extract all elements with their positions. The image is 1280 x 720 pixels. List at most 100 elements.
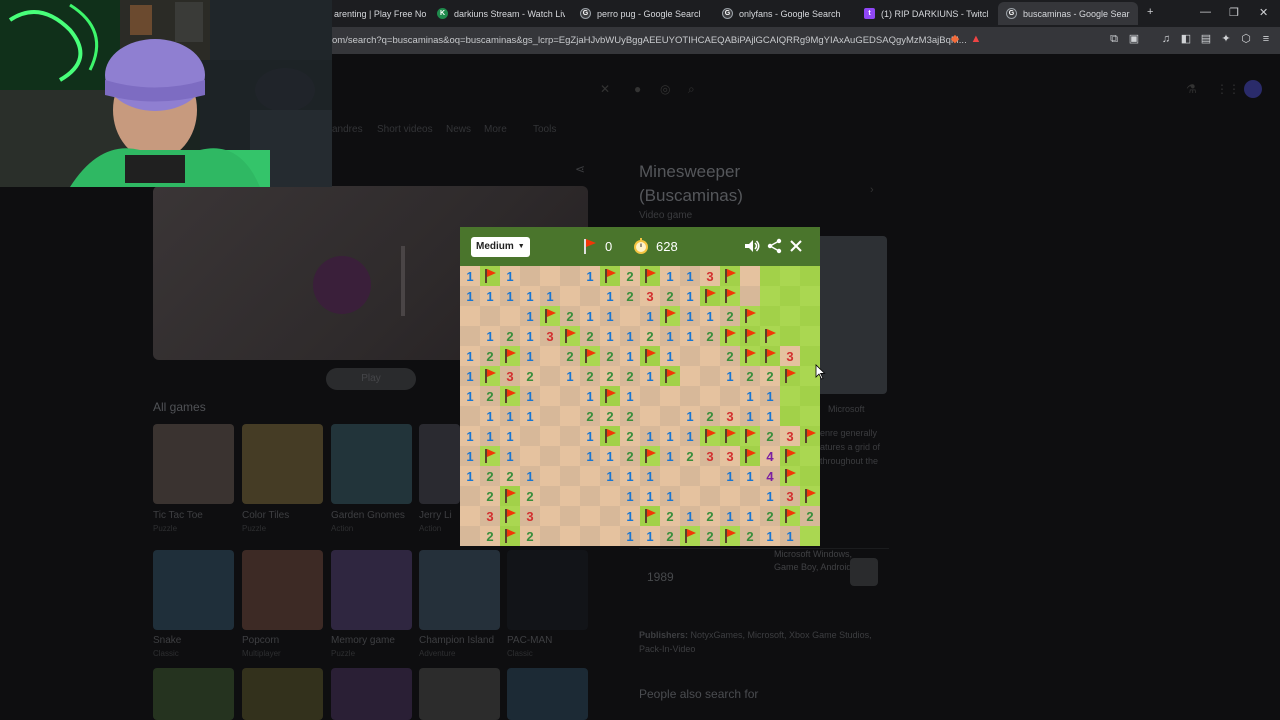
cell[interactable]: 1 (520, 386, 540, 406)
flag-icon[interactable] (600, 266, 620, 286)
flag-icon[interactable] (740, 346, 760, 366)
cell[interactable]: 1 (740, 386, 760, 406)
cell[interactable] (620, 306, 640, 326)
cell[interactable]: 1 (680, 306, 700, 326)
tab-2[interactable]: G perro pug - Google Search (580, 2, 700, 25)
cell[interactable] (700, 346, 720, 366)
flag-icon[interactable] (480, 446, 500, 466)
labs-icon[interactable]: ⚗ (1186, 82, 1197, 96)
cell[interactable] (740, 266, 760, 286)
game-tile[interactable] (419, 668, 500, 720)
cell[interactable]: 3 (700, 266, 720, 286)
minesweeper-board[interactable]: 1 1 1 2 1 1 31 1 1 1 1 1 2 3 2 11 2 1 1 1 1 1 21 2 1 3 2 1 1 2 1 1 21 2 1 2… (460, 266, 820, 547)
cell[interactable]: 1 (660, 266, 680, 286)
cell[interactable]: 1 (520, 306, 540, 326)
cell[interactable]: 1 (580, 266, 600, 286)
cell[interactable]: 1 (680, 266, 700, 286)
cell[interactable] (600, 506, 620, 526)
cell[interactable] (780, 306, 800, 326)
cell[interactable]: 1 (480, 286, 500, 306)
cell[interactable]: 1 (520, 346, 540, 366)
cell[interactable]: 1 (460, 266, 480, 286)
cell[interactable]: 1 (620, 326, 640, 346)
cell[interactable]: 1 (660, 326, 680, 346)
cell[interactable]: 2 (580, 326, 600, 346)
cell[interactable]: 1 (720, 466, 740, 486)
extensions-icon[interactable]: ⧉ (1108, 33, 1120, 45)
cell[interactable]: 2 (680, 446, 700, 466)
cell[interactable]: 1 (620, 486, 640, 506)
flag-icon[interactable] (500, 386, 520, 406)
cell[interactable]: 1 (660, 446, 680, 466)
flag-icon[interactable] (700, 286, 720, 306)
close-window-icon[interactable]: ✕ (1259, 6, 1268, 19)
cell[interactable]: 1 (480, 426, 500, 446)
cell[interactable] (700, 366, 720, 386)
leo-icon[interactable]: ✦ (1220, 33, 1232, 45)
flag-icon[interactable] (720, 286, 740, 306)
game-tile[interactable] (242, 668, 323, 720)
screenshot-icon[interactable]: ▣ (1128, 33, 1140, 45)
flag-icon[interactable] (660, 306, 680, 326)
cell[interactable] (580, 526, 600, 546)
game-tile-pacman[interactable] (507, 550, 588, 630)
flag-icon[interactable] (480, 266, 500, 286)
cell[interactable]: 2 (600, 406, 620, 426)
cell[interactable] (760, 306, 780, 326)
cell[interactable] (540, 406, 560, 426)
cell[interactable] (600, 526, 620, 546)
cell[interactable] (800, 386, 820, 406)
flag-icon[interactable] (640, 446, 660, 466)
cell[interactable]: 2 (580, 406, 600, 426)
cell[interactable]: 4 (760, 466, 780, 486)
cell[interactable] (780, 326, 800, 346)
cell[interactable]: 1 (540, 286, 560, 306)
cell[interactable]: 1 (660, 346, 680, 366)
game-tile[interactable] (153, 668, 234, 720)
cell[interactable] (540, 426, 560, 446)
cell[interactable] (760, 266, 780, 286)
flag-icon[interactable] (540, 306, 560, 326)
cell[interactable]: 2 (520, 526, 540, 546)
cell[interactable] (580, 506, 600, 526)
cell[interactable] (560, 266, 580, 286)
cell[interactable]: 1 (740, 406, 760, 426)
cell[interactable]: 3 (720, 406, 740, 426)
cell[interactable] (580, 466, 600, 486)
cell[interactable] (540, 486, 560, 506)
cell[interactable] (460, 326, 480, 346)
tab-active[interactable]: G buscaminas - Google Sear ✕ (998, 2, 1138, 25)
cell[interactable]: 2 (660, 506, 680, 526)
cell[interactable]: 3 (780, 426, 800, 446)
cell[interactable]: 1 (640, 486, 660, 506)
flag-icon[interactable] (640, 266, 660, 286)
cell[interactable]: 2 (700, 506, 720, 526)
tab-4[interactable]: t (1) RIP DARKIUNS - Twitch (864, 2, 988, 25)
minimize-icon[interactable]: — (1200, 6, 1211, 18)
flag-icon[interactable] (740, 306, 760, 326)
cell[interactable] (700, 466, 720, 486)
cell[interactable]: 1 (620, 506, 640, 526)
restore-icon[interactable]: ❐ (1229, 6, 1239, 19)
cell[interactable]: 1 (740, 466, 760, 486)
cell[interactable]: 1 (580, 306, 600, 326)
cell[interactable]: 2 (720, 306, 740, 326)
flag-icon[interactable] (700, 426, 720, 446)
difficulty-dropdown[interactable]: Medium ▼ (471, 237, 530, 257)
cell[interactable]: 2 (620, 366, 640, 386)
cell[interactable]: 3 (700, 446, 720, 466)
cell[interactable] (520, 266, 540, 286)
cell[interactable]: 2 (480, 526, 500, 546)
cell[interactable]: 1 (720, 366, 740, 386)
cell[interactable]: 3 (720, 446, 740, 466)
chevron-right-icon[interactable]: › (870, 184, 874, 196)
cell[interactable] (740, 286, 760, 306)
wallet-icon[interactable]: ▤ (1200, 33, 1212, 45)
cell[interactable]: 2 (600, 366, 620, 386)
flag-icon[interactable] (800, 486, 820, 506)
brave-shield-icon[interactable]: ◆ (949, 33, 961, 45)
cell[interactable]: 1 (580, 426, 600, 446)
cell[interactable]: 1 (600, 466, 620, 486)
flag-icon[interactable] (740, 446, 760, 466)
cell[interactable] (720, 486, 740, 506)
